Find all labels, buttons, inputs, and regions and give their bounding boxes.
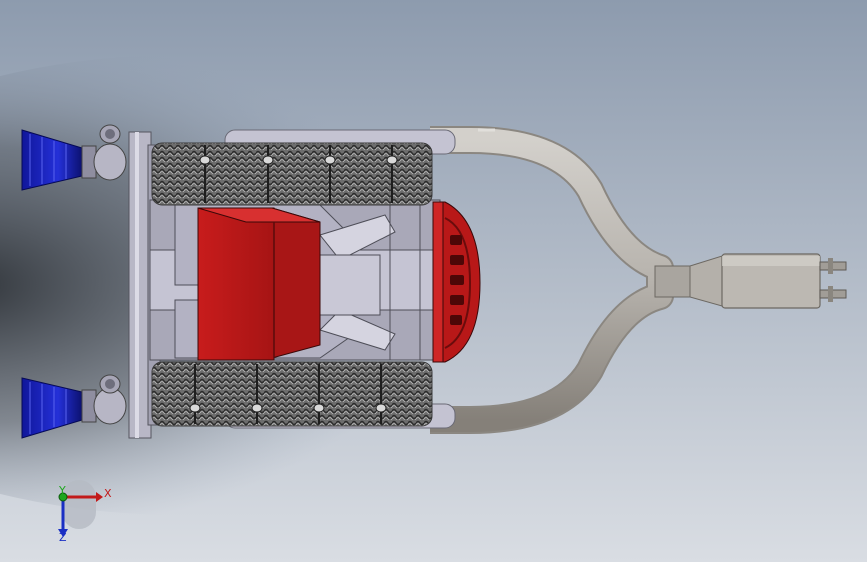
z-axis-label: Z [59,531,67,544]
cad-viewport[interactable]: X Y Z [0,0,867,562]
intake-housing [197,207,321,361]
x-axis-label: X [104,487,112,500]
fin-bank-top [151,142,433,206]
fin-bank-bottom [151,361,433,427]
y-axis-label: Y [58,484,66,497]
